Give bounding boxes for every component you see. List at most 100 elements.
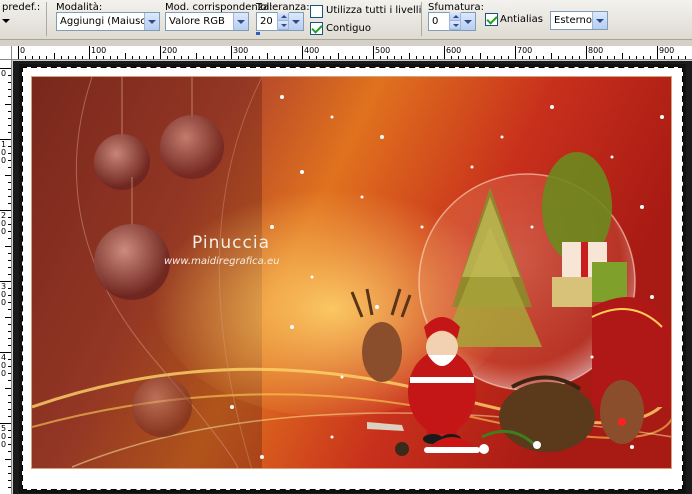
ruler-minor-tick — [25, 56, 27, 59]
ruler-minor-tick — [8, 167, 11, 169]
ruler-minor-tick — [8, 131, 11, 133]
chevron-down-icon[interactable] — [460, 13, 475, 30]
ruler-minor-tick — [436, 56, 438, 59]
ruler-minor-tick — [564, 56, 566, 59]
ruler-minor-tick — [671, 56, 673, 59]
ruler-minor-tick — [507, 56, 509, 59]
ruler-minor-tick — [8, 124, 11, 126]
ruler-minor-tick — [593, 56, 595, 59]
mode-select[interactable]: Aggiungi (Maiusc) — [56, 12, 160, 31]
ruler-minor-tick — [309, 56, 311, 59]
canvas-area[interactable]: Pinuccia www.maidiregrafica.eu — [13, 61, 692, 494]
ruler-minor-tick — [209, 56, 211, 59]
watermark-url: www.maidiregrafica.eu — [164, 256, 280, 267]
ruler-minor-tick — [252, 56, 254, 59]
ruler-minor-tick — [621, 53, 623, 59]
ruler-minor-tick — [8, 181, 11, 183]
chevron-down-icon[interactable] — [144, 13, 159, 30]
ruler-minor-tick — [238, 56, 240, 59]
ruler-minor-tick — [8, 366, 11, 368]
ruler-minor-tick — [174, 56, 176, 59]
ruler-minor-tick — [8, 451, 11, 453]
ruler-minor-tick — [522, 56, 524, 59]
ruler-minor-tick — [195, 53, 197, 59]
antialias-mode-select[interactable]: Esterno — [550, 11, 608, 30]
ruler-minor-tick — [8, 82, 11, 84]
ruler-tick-label: 900 — [659, 46, 675, 55]
ruler-minor-tick — [8, 259, 11, 261]
contiguous-label: Contiguo — [326, 23, 371, 34]
ruler-minor-tick — [8, 479, 11, 481]
tolerance-spinbox[interactable]: 20 — [256, 12, 304, 31]
ruler-minor-tick — [500, 56, 502, 59]
chevron-down-icon[interactable] — [233, 13, 248, 30]
ruler-tick — [444, 46, 445, 59]
ruler-minor-tick — [8, 146, 11, 148]
use-all-layers-label: Utilizza tutti i livelli — [326, 5, 422, 16]
ruler-minor-tick — [380, 56, 382, 59]
app-window: predef.: Modalità: Aggiungi (Maiusc) Mod… — [0, 0, 692, 494]
ruler-minor-tick — [8, 394, 11, 396]
use-all-layers-checkbox[interactable] — [310, 5, 323, 18]
antialias-checkbox[interactable] — [485, 13, 498, 26]
christmas-image[interactable]: Pinuccia www.maidiregrafica.eu — [31, 76, 672, 469]
ruler-tick — [586, 46, 587, 59]
ruler-minor-tick — [8, 295, 11, 297]
ruler-minor-tick — [429, 56, 431, 59]
ruler-minor-tick — [486, 56, 488, 59]
feather-value[interactable]: 0 — [432, 16, 438, 27]
ruler-tick — [231, 46, 232, 59]
antialias-mode-value: Esterno — [554, 15, 592, 26]
ruler-minor-tick — [8, 195, 11, 197]
ruler-minor-tick — [53, 53, 55, 59]
tolerance-slider-indicator[interactable] — [256, 32, 260, 35]
ruler-minor-tick — [46, 56, 48, 59]
ruler-minor-tick — [8, 344, 11, 346]
feather-spinbox[interactable]: 0 — [428, 12, 476, 31]
ruler-minor-tick — [202, 56, 204, 59]
preset-dropdown-arrow[interactable] — [2, 19, 10, 25]
ruler-minor-tick — [32, 56, 34, 59]
ruler-minor-tick — [8, 359, 11, 361]
ruler-minor-tick — [8, 217, 11, 219]
ruler-minor-tick — [607, 56, 609, 59]
antialias-label: Antialias — [500, 14, 543, 25]
ruler-tick-label: 700 — [517, 46, 533, 55]
ruler-minor-tick — [8, 302, 11, 304]
ruler-minor-tick — [394, 56, 396, 59]
ruler-minor-tick — [451, 56, 453, 59]
ruler-tick-label: 400 — [304, 46, 320, 55]
ruler-minor-tick — [81, 56, 83, 59]
ruler-minor-tick — [365, 56, 367, 59]
ruler-minor-tick — [96, 56, 98, 59]
ruler-minor-tick — [5, 245, 11, 247]
match-mode-select[interactable]: Valore RGB — [165, 12, 249, 31]
chevron-down-icon[interactable] — [592, 12, 607, 29]
ruler-minor-tick — [337, 53, 339, 59]
ruler-minor-tick — [8, 437, 11, 439]
ruler-minor-tick — [685, 56, 687, 59]
ruler-minor-tick — [273, 56, 275, 59]
ruler-minor-tick — [358, 56, 360, 59]
ruler-minor-tick — [67, 56, 69, 59]
ruler-minor-tick — [8, 337, 11, 339]
ruler-minor-tick — [8, 323, 11, 325]
ruler-minor-tick — [167, 56, 169, 59]
ruler-tick-label: 300 — [233, 46, 249, 55]
ruler-minor-tick — [8, 224, 11, 226]
ruler-minor-tick — [344, 56, 346, 59]
tolerance-value[interactable]: 20 — [260, 16, 273, 27]
ruler-minor-tick — [578, 56, 580, 59]
ruler-minor-tick — [635, 56, 637, 59]
chevron-down-icon[interactable] — [288, 13, 303, 30]
ruler-minor-tick — [8, 75, 11, 77]
ruler-minor-tick — [74, 56, 76, 59]
vertical-ruler[interactable]: 0 100 200 300 400 500 — [0, 60, 12, 494]
ruler-minor-tick — [60, 56, 62, 59]
horizontal-ruler[interactable]: 0 100 200 300 400 500 600 700 800 900 — [12, 46, 692, 60]
ruler-minor-tick — [8, 89, 11, 91]
ruler-minor-tick — [117, 56, 119, 59]
contiguous-checkbox[interactable] — [310, 22, 323, 35]
ruler-minor-tick — [8, 110, 11, 112]
ruler-minor-tick — [5, 174, 11, 176]
